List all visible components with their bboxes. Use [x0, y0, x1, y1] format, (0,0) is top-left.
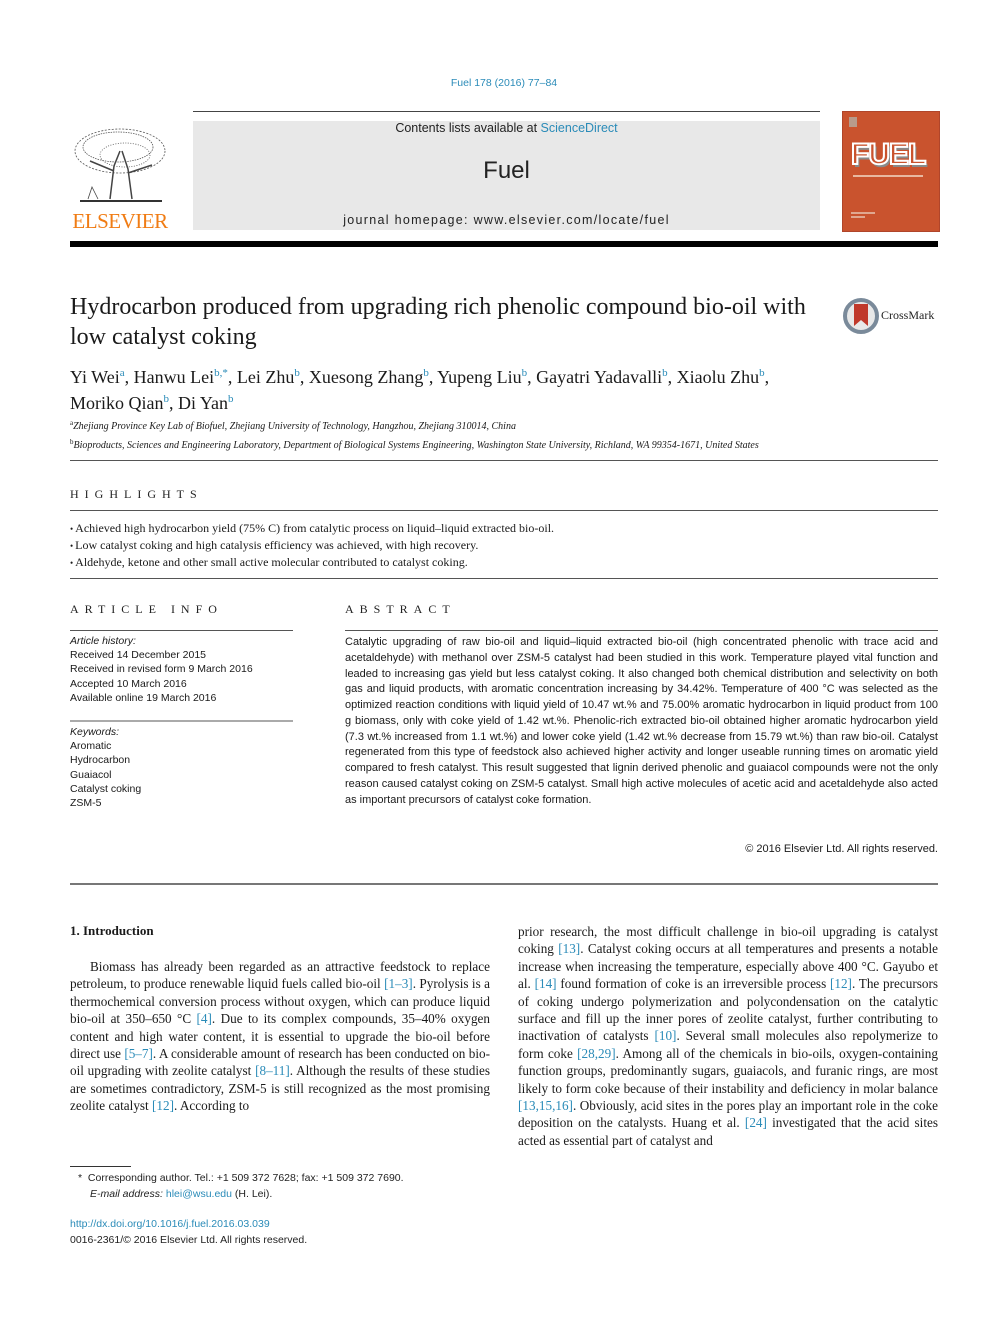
- crossmark-icon: [843, 298, 879, 334]
- citation-link[interactable]: [5–7]: [124, 1046, 153, 1061]
- email-suffix: (H. Lei).: [231, 1188, 273, 1200]
- highlights-list: Achieved high hydrocarbon yield (75% C) …: [70, 520, 940, 571]
- body-text: found formation of coke is an irreversib…: [556, 976, 830, 992]
- abstract-heading: ABSTRACT: [345, 602, 456, 616]
- affiliation-b: bBioproducts, Sciences and Engineering L…: [70, 435, 940, 454]
- corresponding-text: Corresponding author. Tel.: +1 509 372 7…: [87, 1172, 404, 1184]
- doi-block: http://dx.doi.org/10.1016/j.fuel.2016.03…: [70, 1216, 307, 1248]
- elsevier-tree-icon: [70, 121, 170, 207]
- sciencedirect-link[interactable]: ScienceDirect: [541, 121, 618, 135]
- author-affiliation-marker[interactable]: a: [120, 367, 125, 379]
- journal-header-box: Contents lists available at ScienceDirec…: [193, 121, 820, 230]
- email-link[interactable]: hlei@wsu.edu: [166, 1188, 232, 1200]
- history-accepted: Accepted 10 March 2016: [70, 677, 187, 690]
- citation-link[interactable]: [4]: [197, 1011, 212, 1026]
- affiliation-a: aZhejiang Province Key Lab of Biofuel, Z…: [70, 416, 940, 435]
- svg-text:FUEL: FUEL: [851, 138, 926, 171]
- author-name[interactable]: Xiaolu Zhu: [677, 367, 760, 387]
- contents-line: Contents lists available at ScienceDirec…: [193, 121, 820, 135]
- publisher-name: ELSEVIER: [72, 209, 168, 233]
- header-divider: [193, 111, 820, 112]
- affiliation-text: Bioproducts, Sciences and Engineering La…: [73, 439, 759, 451]
- citation-link[interactable]: [12]: [830, 976, 852, 991]
- header-thick-divider: [70, 241, 938, 247]
- intro-right-column: prior research, the most difficult chall…: [518, 923, 938, 1149]
- contents-prefix: Contents lists available at: [395, 121, 541, 135]
- section-heading-introduction: 1. Introduction: [70, 923, 154, 938]
- article-history: Article history: Received 14 December 20…: [70, 634, 295, 705]
- author-list: Yi Weia, Hanwu Leib,*, Lei Zhub, Xuesong…: [70, 367, 770, 413]
- keyword: Aromatic: [70, 740, 112, 753]
- author-name[interactable]: Di Yan: [178, 393, 228, 413]
- author-name[interactable]: Hanwu Lei: [134, 367, 214, 387]
- article-title: Hydrocarbon produced from upgrading rich…: [70, 294, 806, 350]
- keyword: Guaiacol: [70, 768, 112, 781]
- highlights-heading: HIGHLIGHTS: [70, 487, 203, 501]
- author-affiliation-marker[interactable]: b: [423, 367, 429, 379]
- author-affiliation-marker[interactable]: b,*: [214, 367, 228, 379]
- footnote-divider: [70, 1166, 131, 1167]
- abstract-text: Catalytic upgrading of raw bio-oil and l…: [345, 636, 938, 806]
- divider: [70, 578, 938, 579]
- citation-link[interactable]: [8–11]: [255, 1063, 290, 1078]
- citation-link[interactable]: [13]: [558, 941, 580, 956]
- citation-link[interactable]: [13,15,16]: [518, 1098, 573, 1113]
- author-name[interactable]: Xuesong Zhang: [309, 367, 423, 387]
- highlight-item: Aldehyde, ketone and other small active …: [70, 554, 940, 571]
- crossmark-label: CrossMark: [881, 308, 935, 322]
- article-history-label: Article history:: [70, 635, 136, 647]
- asterisk-marker: *: [78, 1172, 88, 1184]
- journal-name: Fuel: [483, 157, 530, 184]
- issn-copyright: 0016-2361/© 2016 Elsevier Ltd. All right…: [70, 1234, 308, 1246]
- article-info-heading: ARTICLE INFO: [70, 602, 223, 616]
- keywords: Keywords: Aromatic Hydrocarbon Guaiacol …: [70, 725, 295, 810]
- author-name[interactable]: Gayatri Yadavalli: [536, 367, 662, 387]
- history-online: Available online 19 March 2016: [70, 691, 217, 704]
- divider: [70, 883, 938, 885]
- affiliation-text: Zhejiang Province Key Lab of Biofuel, Zh…: [73, 421, 516, 432]
- highlight-item: Achieved high hydrocarbon yield (75% C) …: [70, 520, 940, 537]
- divider: [345, 630, 938, 631]
- keyword: Hydrocarbon: [70, 754, 131, 767]
- fuel-cover-icon: FUEL FUEL: [849, 117, 929, 218]
- author-affiliation-marker[interactable]: b: [662, 367, 668, 379]
- author-name[interactable]: Lei Zhu: [237, 367, 294, 387]
- journal-homepage-link[interactable]: journal homepage: www.elsevier.com/locat…: [193, 213, 820, 227]
- affiliations: aZhejiang Province Key Lab of Biofuel, Z…: [70, 416, 940, 453]
- elsevier-logo[interactable]: ELSEVIER: [70, 121, 170, 233]
- keyword: Catalyst coking: [70, 782, 142, 795]
- history-revised: Received in revised form 9 March 2016: [70, 663, 253, 676]
- divider: [70, 460, 938, 461]
- email-label: E-mail address:: [90, 1188, 166, 1200]
- history-received: Received 14 December 2015: [70, 649, 206, 662]
- citation-link[interactable]: [1–3]: [384, 976, 413, 991]
- corresponding-author-note: * Corresponding author. Tel.: +1 509 372…: [78, 1170, 404, 1202]
- highlight-item: Low catalyst coking and high catalysis e…: [70, 537, 940, 554]
- body-text: . According to: [174, 1098, 250, 1114]
- citation-link[interactable]: [12]: [152, 1098, 174, 1113]
- divider: [70, 720, 293, 722]
- keywords-label: Keywords:: [70, 726, 120, 738]
- author-affiliation-marker[interactable]: b: [522, 367, 528, 379]
- journal-reference-link[interactable]: Fuel 178 (2016) 77–84: [0, 77, 992, 89]
- citation-link[interactable]: [10]: [654, 1028, 676, 1043]
- divider: [70, 510, 938, 511]
- divider: [70, 630, 293, 631]
- doi-link[interactable]: http://dx.doi.org/10.1016/j.fuel.2016.03…: [70, 1216, 307, 1232]
- crossmark-button[interactable]: CrossMark: [843, 298, 943, 334]
- author-affiliation-marker[interactable]: b: [228, 393, 234, 405]
- intro-left-column: Biomass has already been regarded as an …: [70, 958, 490, 1115]
- author-name[interactable]: Yi Wei: [70, 367, 120, 387]
- keyword: ZSM-5: [70, 797, 102, 810]
- author-affiliation-marker[interactable]: b: [164, 393, 170, 405]
- author-affiliation-marker[interactable]: b: [759, 367, 765, 379]
- journal-cover-image[interactable]: FUEL FUEL: [842, 111, 940, 232]
- author-name[interactable]: Yupeng Liu: [437, 367, 522, 387]
- citation-link[interactable]: [28,29]: [577, 1046, 615, 1061]
- abstract-copyright: © 2016 Elsevier Ltd. All rights reserved…: [745, 843, 938, 855]
- citation-link[interactable]: [24]: [745, 1115, 767, 1130]
- author-affiliation-marker[interactable]: b: [294, 367, 300, 379]
- citation-link[interactable]: [14]: [535, 976, 557, 991]
- author-name[interactable]: Moriko Qian: [70, 393, 164, 413]
